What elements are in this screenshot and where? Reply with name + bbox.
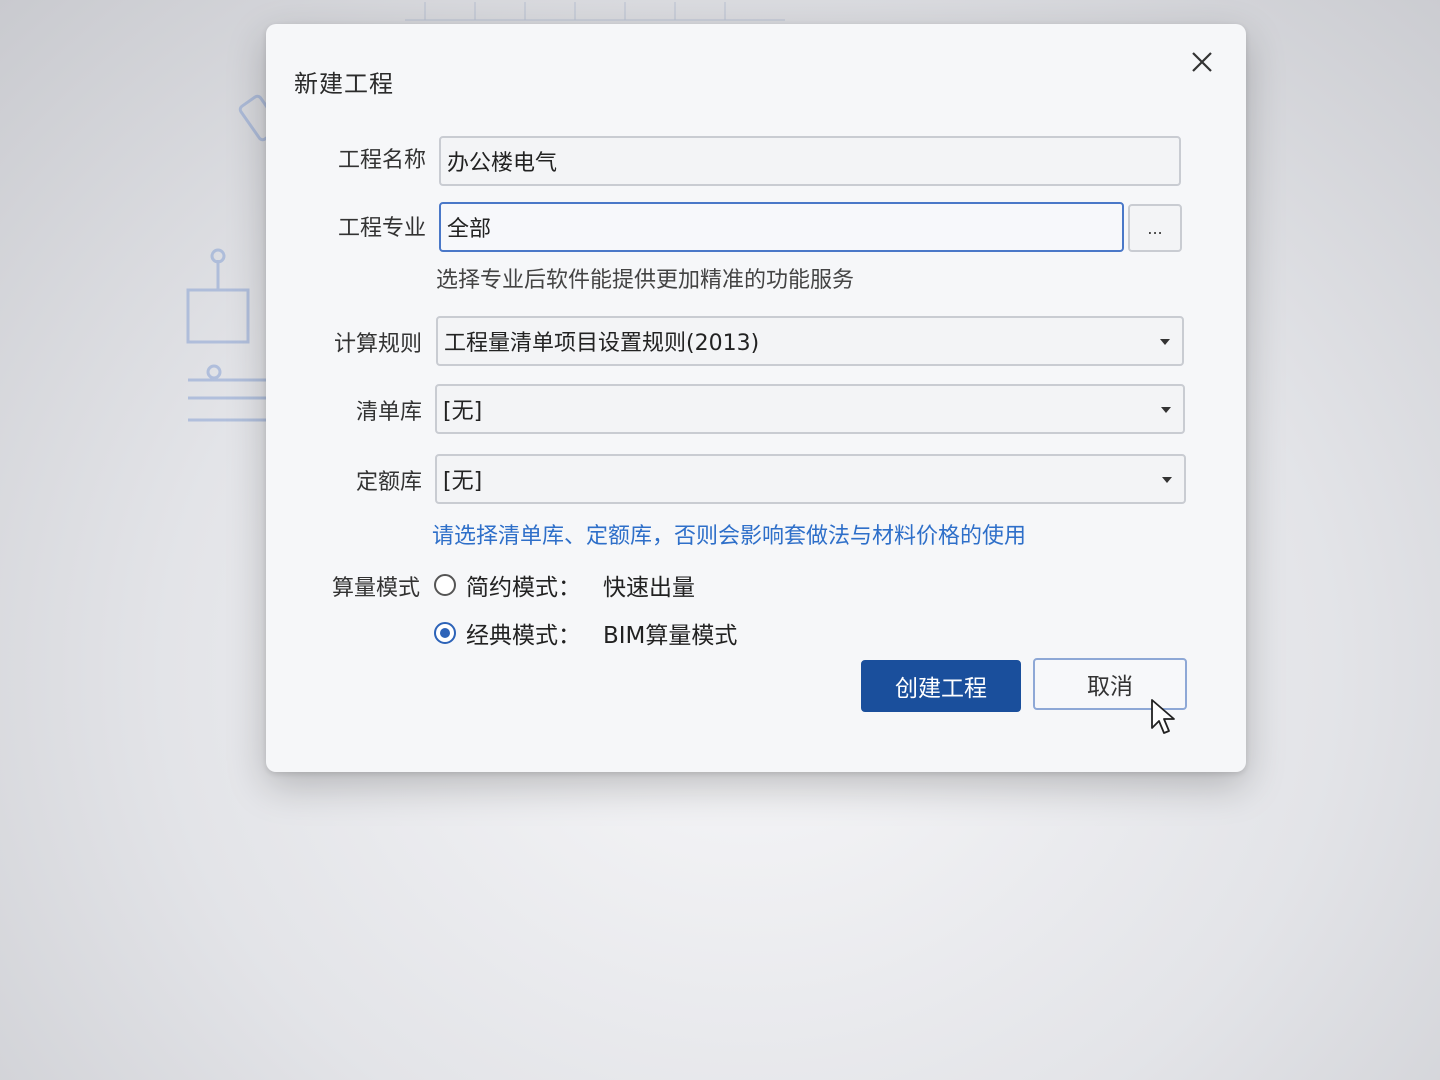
calc-mode-label: 算量模式 <box>331 576 420 601</box>
project-discipline-input[interactable]: 全部 <box>439 202 1124 252</box>
quota-library-value: [无] <box>443 469 483 494</box>
radio-classic-desc: BIM算量模式 <box>603 623 738 649</box>
project-name-input[interactable]: 办公楼电气 <box>439 136 1181 186</box>
close-icon <box>1192 52 1212 72</box>
radio-classic-mode[interactable]: 经典模式： BIM算量模式 <box>434 616 737 650</box>
calc-rule-value: 工程量清单项目设置规则(2013) <box>444 331 760 356</box>
library-hint: 请选择清单库、定额库，否则会影响套做法与材料价格的使用 <box>432 524 1027 549</box>
mouse-cursor-icon <box>1151 699 1175 734</box>
radio-button-checked[interactable] <box>434 622 456 644</box>
radio-classic-label: 经典模式： <box>466 623 581 649</box>
discipline-hint: 选择专业后软件能提供更加精准的功能服务 <box>436 268 855 293</box>
bill-library-label: 清单库 <box>355 400 422 425</box>
create-project-button[interactable]: 创建工程 <box>861 660 1021 712</box>
project-discipline-value: 全部 <box>447 217 492 242</box>
dialog-title: 新建工程 <box>294 70 394 98</box>
radio-simple-mode[interactable]: 简约模式： 快速出量 <box>434 568 695 602</box>
bill-library-value: [无] <box>443 399 483 424</box>
project-discipline-label: 工程专业 <box>337 216 426 241</box>
project-name-value: 办公楼电气 <box>447 151 558 176</box>
chevron-down-icon <box>1161 407 1171 413</box>
quota-library-select[interactable]: [无] <box>435 454 1186 504</box>
chevron-down-icon <box>1160 339 1170 345</box>
bill-library-select[interactable]: [无] <box>435 384 1185 434</box>
calc-rule-label: 计算规则 <box>333 332 422 357</box>
chevron-down-icon <box>1162 477 1172 483</box>
radio-button[interactable] <box>434 574 456 596</box>
discipline-browse-button[interactable]: ... <box>1128 204 1182 252</box>
radio-simple-label: 简约模式： <box>466 575 581 601</box>
project-name-label: 工程名称 <box>337 148 426 173</box>
quota-library-label: 定额库 <box>355 470 422 495</box>
background-grid-decoration <box>405 2 785 21</box>
calc-rule-select[interactable]: 工程量清单项目设置规则(2013) <box>436 316 1184 366</box>
new-project-dialog: 新建工程 工程名称 办公楼电气 工程专业 全部 ... 选择专业后软件能提供更加… <box>266 24 1246 772</box>
radio-simple-desc: 快速出量 <box>603 575 695 601</box>
close-button[interactable] <box>1184 44 1220 80</box>
